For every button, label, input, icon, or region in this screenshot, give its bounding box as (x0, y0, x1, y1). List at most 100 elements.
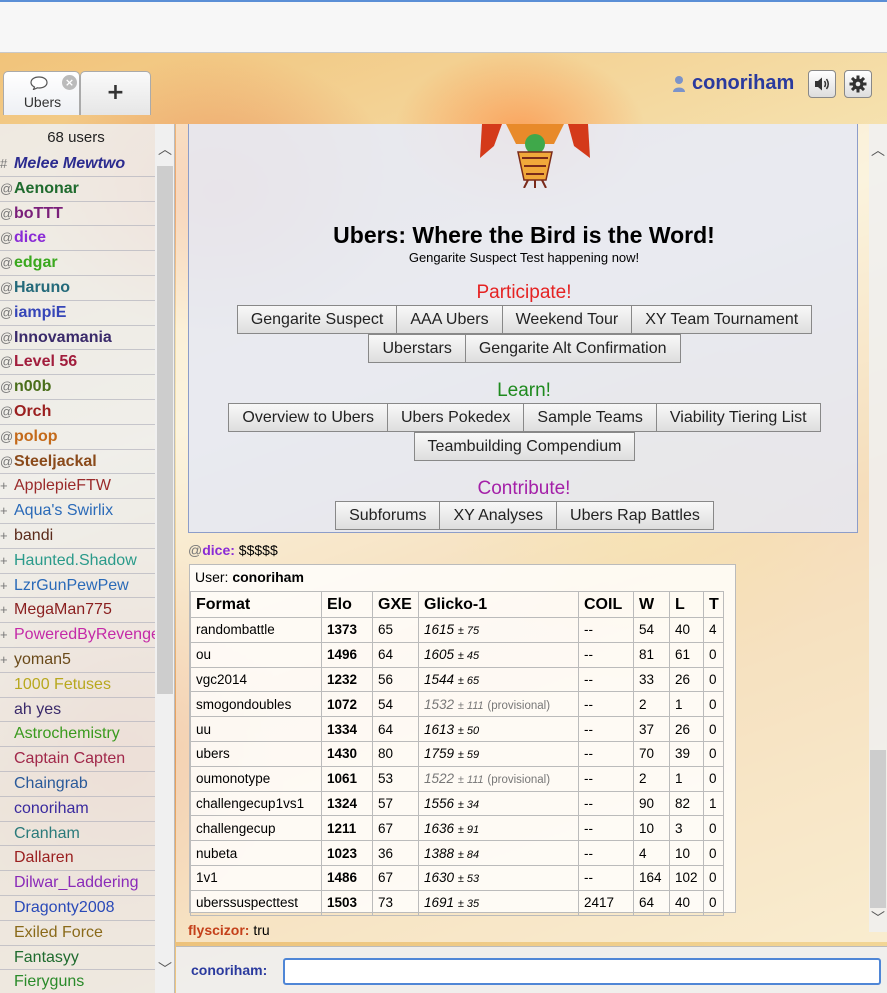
user-name: LzrGunPewPew (14, 576, 129, 594)
user-list-item[interactable]: conoriham (0, 797, 155, 822)
scroll-up-icon[interactable]: ︿ (155, 140, 174, 160)
user-name: Fieryguns (14, 973, 85, 991)
scroll-down-icon[interactable]: ﹀ (155, 960, 174, 980)
rank-elo-cell: 1496 (321, 641, 373, 668)
user-list-item[interactable]: Fantasyy (0, 946, 155, 971)
sound-button[interactable] (808, 70, 836, 98)
user-list-item[interactable]: + yoman5 (0, 648, 155, 673)
user-list-item[interactable]: + Aqua's Swirlix (0, 499, 155, 524)
rank-losses-cell: 1 (669, 691, 704, 718)
scroll-thumb[interactable] (870, 750, 886, 908)
rank-glicko-cell: 1613 ± 50 (418, 716, 579, 742)
user-list-item[interactable]: 1000 Fetuses (0, 673, 155, 698)
learn-button[interactable]: Teambuilding Compendium (413, 432, 636, 461)
contribute-button[interactable]: XY Analyses (439, 501, 558, 530)
user-list-item[interactable]: @iampiE (0, 301, 155, 326)
user-list-item[interactable]: Dallaren (0, 846, 155, 872)
scroll-thumb[interactable] (157, 166, 173, 694)
rank-coil-cell: -- (578, 815, 634, 842)
rank-coil-cell: -- (578, 765, 634, 792)
user-list-item[interactable]: @Orch (0, 400, 155, 425)
user-list-item[interactable]: ah yes (0, 698, 155, 723)
chat-scrollbar[interactable]: ︿ ﹀ (869, 124, 887, 932)
add-tab-button[interactable]: + (80, 71, 151, 115)
user-list-item[interactable]: @n00b (0, 375, 155, 400)
user-name: Level 56 (14, 353, 78, 371)
rank-gxe-cell: 67 (372, 864, 419, 891)
rankings-user-name[interactable]: conoriham (232, 569, 304, 585)
rankings-header-row: Format Elo GXE Glicko-1 COIL W L T (190, 591, 724, 618)
ho-oh-sprite-icon (480, 124, 590, 188)
user-list-item[interactable]: + PoweredByRevenge (0, 623, 155, 648)
participate-button[interactable]: Gengarite Suspect (236, 305, 398, 334)
user-list-item[interactable]: Cranham (0, 822, 155, 847)
user-name: ApplepieFTW (14, 477, 111, 495)
compose-username: conoriham: (191, 962, 268, 978)
user-list-item[interactable]: @dice (0, 226, 155, 252)
learn-button[interactable]: Overview to Ubers (228, 403, 388, 432)
user-rank-symbol: @ (0, 379, 14, 395)
user-list-item[interactable]: Fieryguns (0, 970, 155, 993)
close-icon[interactable]: × (62, 75, 77, 90)
user-list-scrollbar[interactable]: ︿ ﹀ (155, 124, 174, 993)
user-rank-symbol: + (0, 627, 8, 643)
rank-elo-cell: 1373 (321, 617, 373, 643)
user-list-item[interactable]: @Steeljackal (0, 450, 155, 475)
chat-nick[interactable]: flyscizor: (188, 922, 249, 938)
settings-button[interactable] (844, 70, 872, 98)
user-name: yoman5 (14, 650, 71, 668)
learn-button[interactable]: Sample Teams (523, 403, 657, 432)
table-row: uu 1334 64 1613 ± 50 -- 37 26 0 (190, 716, 724, 742)
user-name: Dilwar_Laddering (14, 874, 139, 892)
user-list-item[interactable]: + ApplepieFTW (0, 474, 155, 500)
rank-coil-cell: -- (578, 691, 634, 718)
rank-wins-cell: 4 (633, 840, 670, 866)
user-list-item[interactable]: Captain Capten (0, 747, 155, 772)
contribute-button[interactable]: Subforums (335, 501, 441, 530)
user-list-item[interactable]: @Innovamania (0, 326, 155, 351)
participate-button[interactable]: Weekend Tour (501, 305, 633, 334)
learn-button[interactable]: Ubers Pokedex (387, 403, 525, 432)
rank-glicko-cell: 1388 ± 84 (418, 840, 579, 866)
user-list-item[interactable]: @edgar (0, 251, 155, 276)
user-list-item[interactable]: + bandi (0, 524, 155, 549)
user-rank-symbol: @ (0, 428, 14, 444)
rank-glicko-cell: 1691 ± 35 (418, 889, 579, 916)
tab-ubers[interactable]: × Ubers (3, 71, 80, 115)
message-input[interactable] (283, 958, 881, 985)
user-list-item[interactable]: Exiled Force (0, 921, 155, 946)
user-list-item[interactable]: # Melee Mewtwo (0, 152, 155, 177)
provisional-note: (provisional) (487, 774, 551, 787)
user-list-item[interactable]: + MegaMan775 (0, 598, 155, 624)
chat-nick[interactable]: @dice: (188, 542, 235, 558)
user-list-item[interactable]: @boTTT (0, 202, 155, 227)
participate-button[interactable]: Uberstars (368, 334, 466, 363)
user-list-item[interactable]: Dragonty2008 (0, 896, 155, 921)
user-list-item[interactable]: Dilwar_Laddering (0, 871, 155, 896)
rank-wins-cell: 54 (633, 617, 670, 643)
user-list-item[interactable]: + LzrGunPewPew (0, 574, 155, 599)
participate-button[interactable]: Gengarite Alt Confirmation (464, 334, 681, 363)
header-username[interactable]: conoriham (692, 72, 794, 95)
participate-button[interactable]: XY Team Tournament (631, 305, 813, 334)
rank-glicko-cell: 1759 ± 59 (418, 740, 579, 767)
table-row: randombattle 1373 65 1615 ± 75 -- 54 40 4 (190, 617, 724, 643)
user-list-item[interactable]: @Level 56 (0, 350, 155, 376)
participate-button[interactable]: AAA Ubers (396, 305, 503, 334)
scroll-up-icon[interactable]: ︿ (869, 142, 887, 160)
rank-format-cell: nubeta (190, 840, 322, 866)
rank-elo-cell: 1072 (321, 691, 373, 718)
rankings-column-header: Elo (321, 591, 373, 618)
rank-ties-cell: 0 (703, 864, 724, 891)
user-list-item[interactable]: Chaingrab (0, 772, 155, 797)
contribute-button[interactable]: Ubers Rap Battles (556, 501, 714, 530)
user-rank-symbol: @ (0, 180, 14, 196)
user-list-item[interactable]: + Haunted.Shadow (0, 549, 155, 574)
user-list-item[interactable]: @Aenonar (0, 177, 155, 202)
user-list-item[interactable]: Astrochemistry (0, 722, 155, 748)
user-rank-symbol: + (0, 503, 8, 519)
user-list-item[interactable]: @polop (0, 425, 155, 450)
learn-button[interactable]: Viability Tiering List (655, 403, 821, 432)
scroll-down-icon[interactable]: ﹀ (869, 910, 887, 928)
user-list-item[interactable]: @Haruno (0, 276, 155, 301)
